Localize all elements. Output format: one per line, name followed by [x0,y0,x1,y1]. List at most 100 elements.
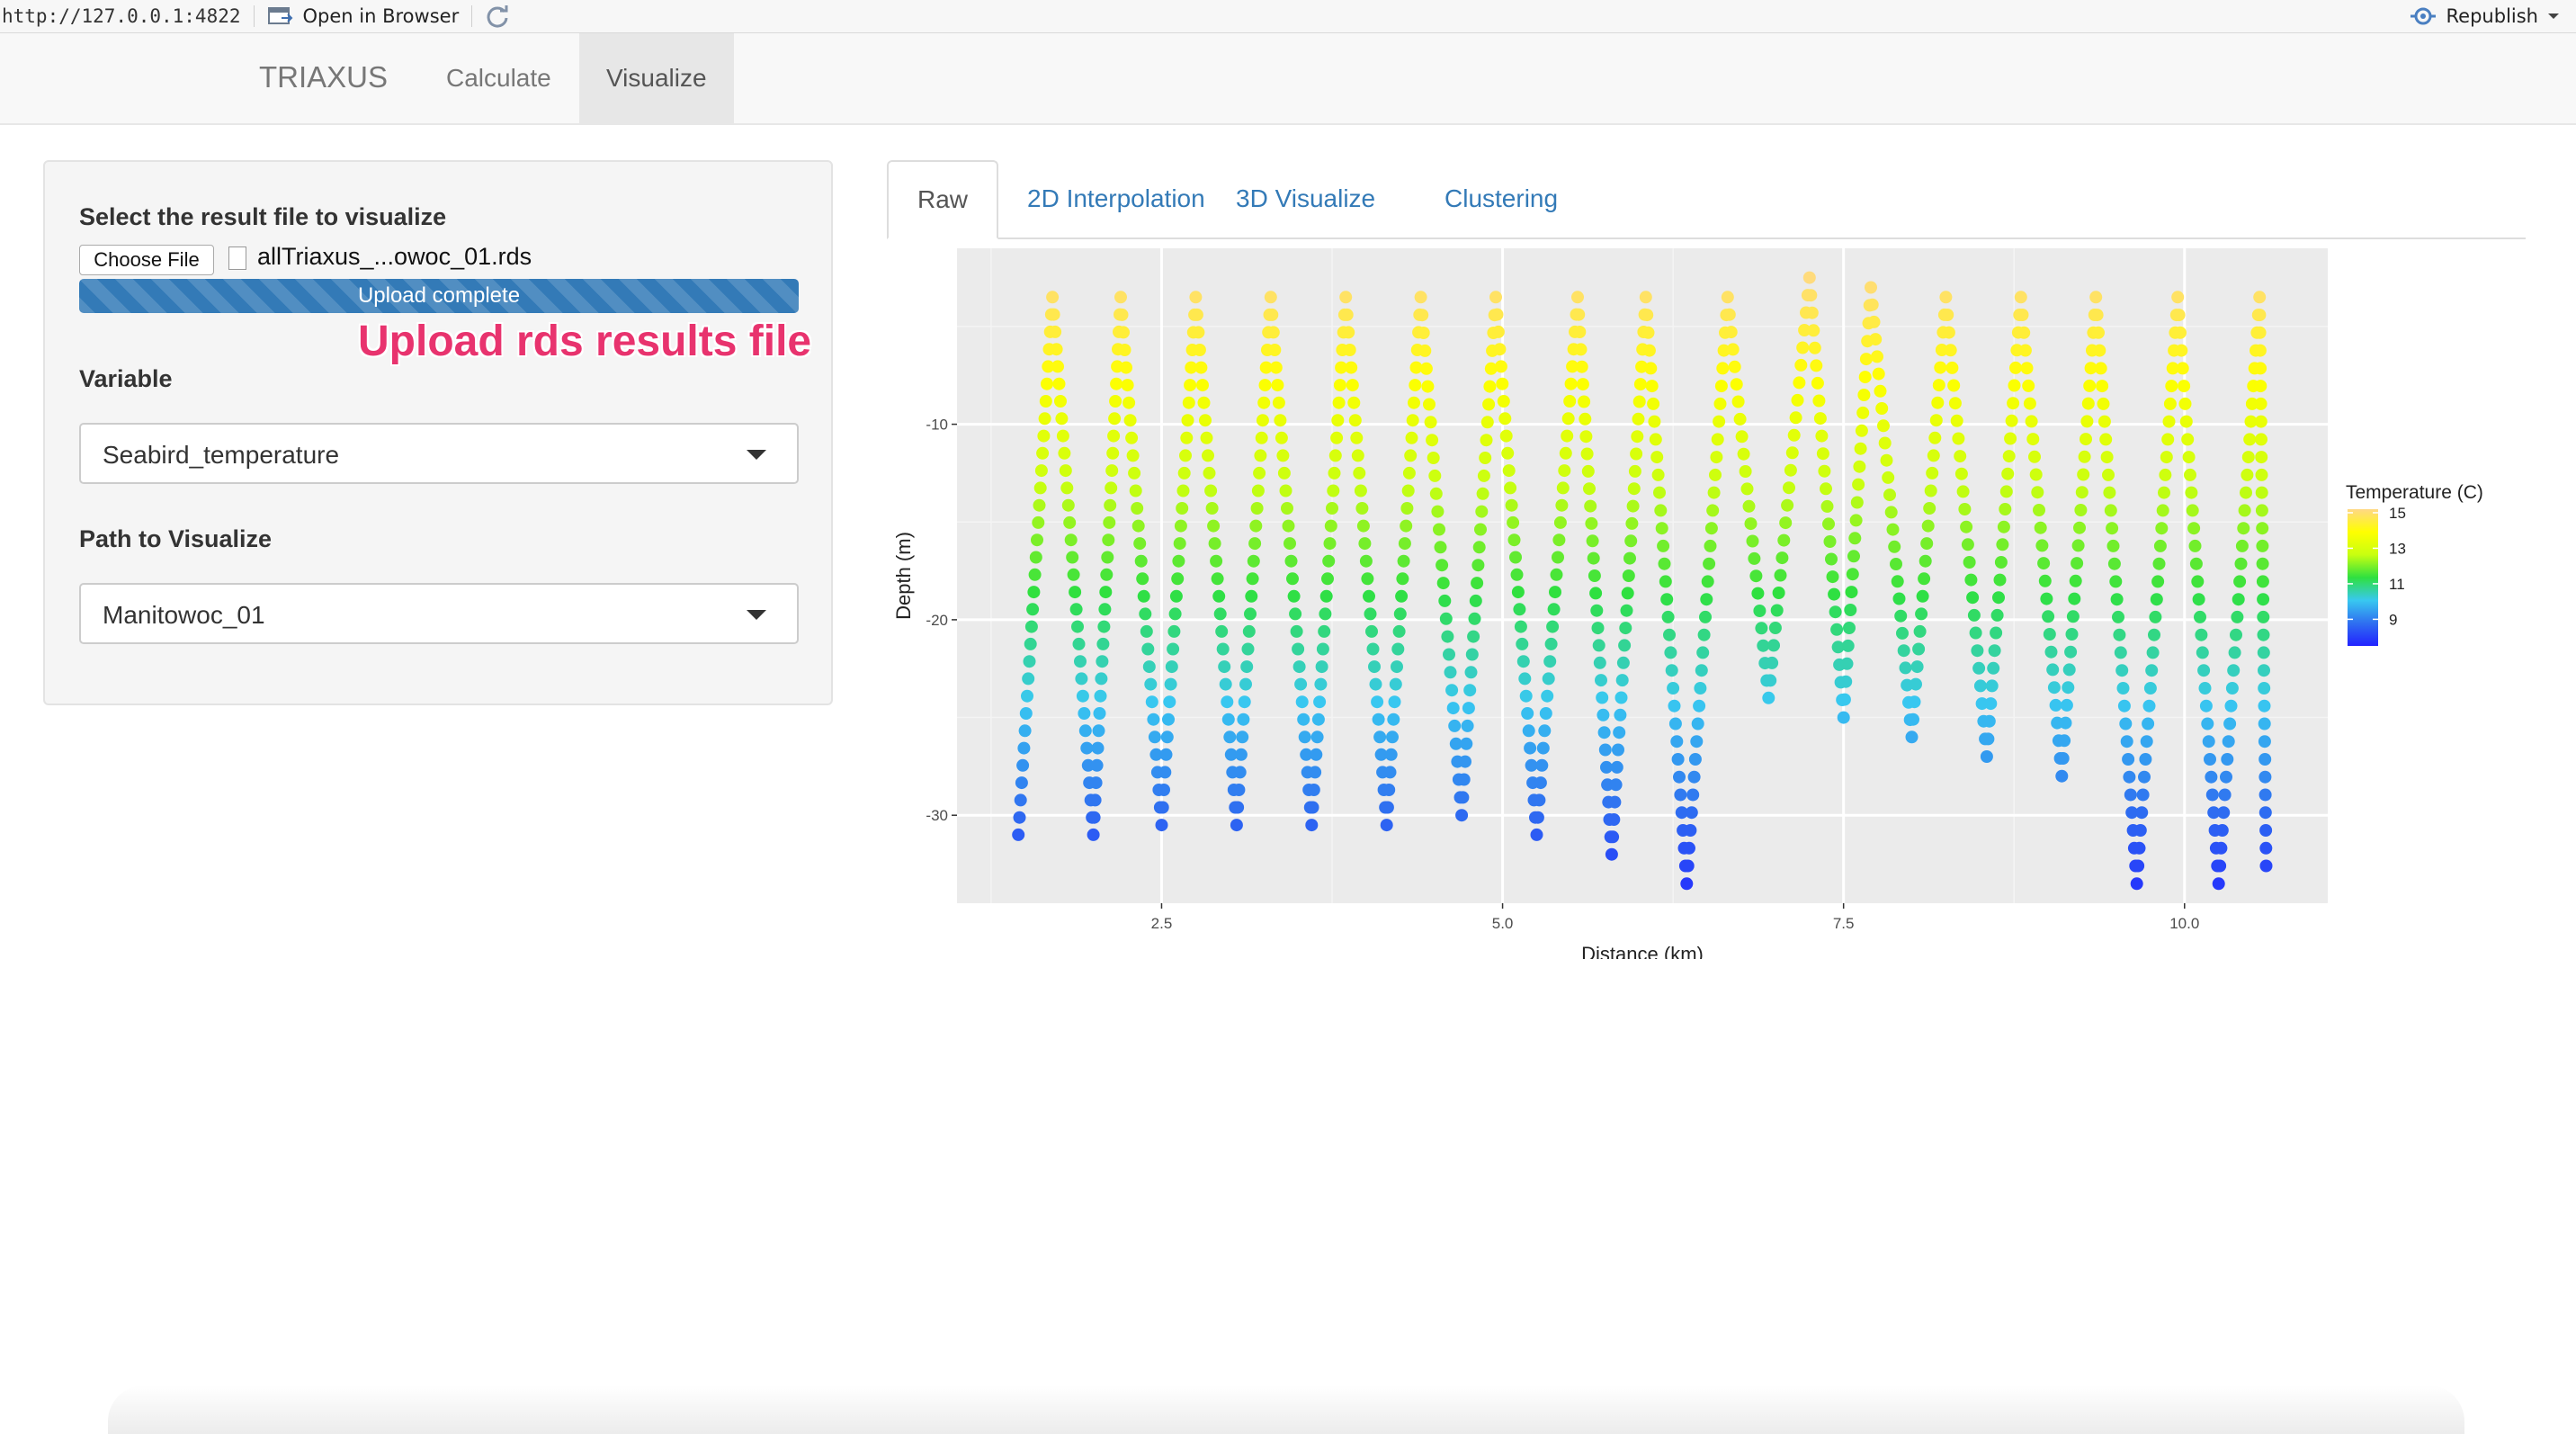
data-point [1401,484,1415,497]
viewer-url[interactable]: http://127.0.0.1:4822 [0,5,241,27]
data-point [2255,504,2268,517]
nav-tab-visualize[interactable]: Visualize [579,33,734,123]
data-point [1522,724,1535,738]
data-point [1746,534,1759,548]
data-point [1423,398,1436,411]
data-point [1724,326,1738,339]
data-point [1469,594,1482,607]
data-point [1155,819,1168,832]
data-point [1078,707,1091,720]
data-point [1918,572,1931,586]
data-point [1340,308,1354,321]
data-point [1483,380,1497,393]
data-point [1535,758,1549,772]
data-point [1213,607,1227,621]
data-point [1324,519,1337,533]
data-point [1368,660,1381,674]
data-point [1471,559,1485,572]
data-point [2106,539,2120,552]
nav-tab-calculate[interactable]: Calculate [419,33,578,123]
upload-progress-bar: Upload complete [79,279,799,313]
choose-file-button[interactable]: Choose File [79,245,214,275]
data-point [1248,537,1262,551]
data-point [2220,770,2232,784]
data-point [1115,308,1129,321]
tab-raw[interactable]: Raw [887,160,999,239]
data-point [1808,341,1821,354]
data-point [1987,661,2000,675]
data-point [1910,660,1924,674]
data-point [1221,695,1234,709]
toolbar-divider [471,5,473,27]
data-point [1697,628,1711,641]
data-point [1966,591,1980,605]
tab-2d-interpolation[interactable]: 2D Interpolation [998,160,1234,238]
data-point [1023,655,1036,668]
data-point [2257,646,2270,659]
data-point [1838,693,1851,706]
data-point [1249,519,1263,533]
data-point [1060,481,1074,495]
data-point [2068,592,2081,605]
data-point [2227,664,2241,677]
chevron-down-icon[interactable] [2547,12,2560,21]
data-point [1223,730,1237,744]
data-point [1090,758,1104,772]
data-point [2028,450,2041,463]
data-point [1829,605,1842,619]
data-point [1369,677,1382,691]
data-point [1963,556,1976,569]
data-point [1547,603,1561,616]
data-point [1633,378,1647,391]
data-point [1416,309,1429,322]
data-point [1347,396,1361,409]
data-point [1593,656,1606,669]
data-point [1496,377,1509,390]
data-point [2198,682,2212,695]
data-point [1730,378,1743,391]
data-point [2071,539,2085,552]
app-brand[interactable]: TRIAXUS [259,60,388,94]
data-point [1916,589,1929,603]
data-point [1129,484,1142,497]
republish-button[interactable]: Republish [2409,0,2560,32]
tab-clustering[interactable]: Clustering [1416,160,1587,238]
data-point [2077,468,2090,481]
data-point [1461,719,1474,732]
data-point [1504,481,1517,495]
data-point [1269,361,1283,374]
data-point [1419,362,1433,375]
data-point [1877,419,1890,433]
tab-3d-visualize[interactable]: 3D Visualize [1207,160,1404,238]
data-point [2007,397,2020,410]
data-point [1858,371,1872,384]
data-point [2135,806,2149,820]
data-point [1559,446,1572,460]
data-point [1069,586,1082,599]
open-in-browser-button[interactable]: Open in Browser [267,5,459,27]
data-point [1910,677,1922,691]
data-point [1744,517,1758,531]
data-point [1489,291,1502,304]
data-point [1169,589,1183,603]
data-point [2104,504,2117,517]
data-point [1434,541,1447,554]
data-point [1160,730,1174,744]
data-point [2257,593,2270,606]
refresh-icon[interactable] [485,4,510,29]
data-point [2020,362,2034,375]
path-select[interactable]: Manitowoc_01 [79,583,799,644]
data-point [1321,572,1334,586]
variable-select[interactable]: Seabird_temperature [79,423,799,484]
data-point [1109,395,1123,408]
data-point [2110,593,2124,606]
data-point [1644,362,1658,375]
data-point [1359,554,1373,568]
data-point [1380,819,1393,832]
data-point [1365,624,1378,638]
data-point [1735,430,1749,444]
data-point [1514,620,1527,633]
data-point [1990,626,2003,640]
data-point [1123,414,1137,427]
data-point [2112,610,2124,623]
